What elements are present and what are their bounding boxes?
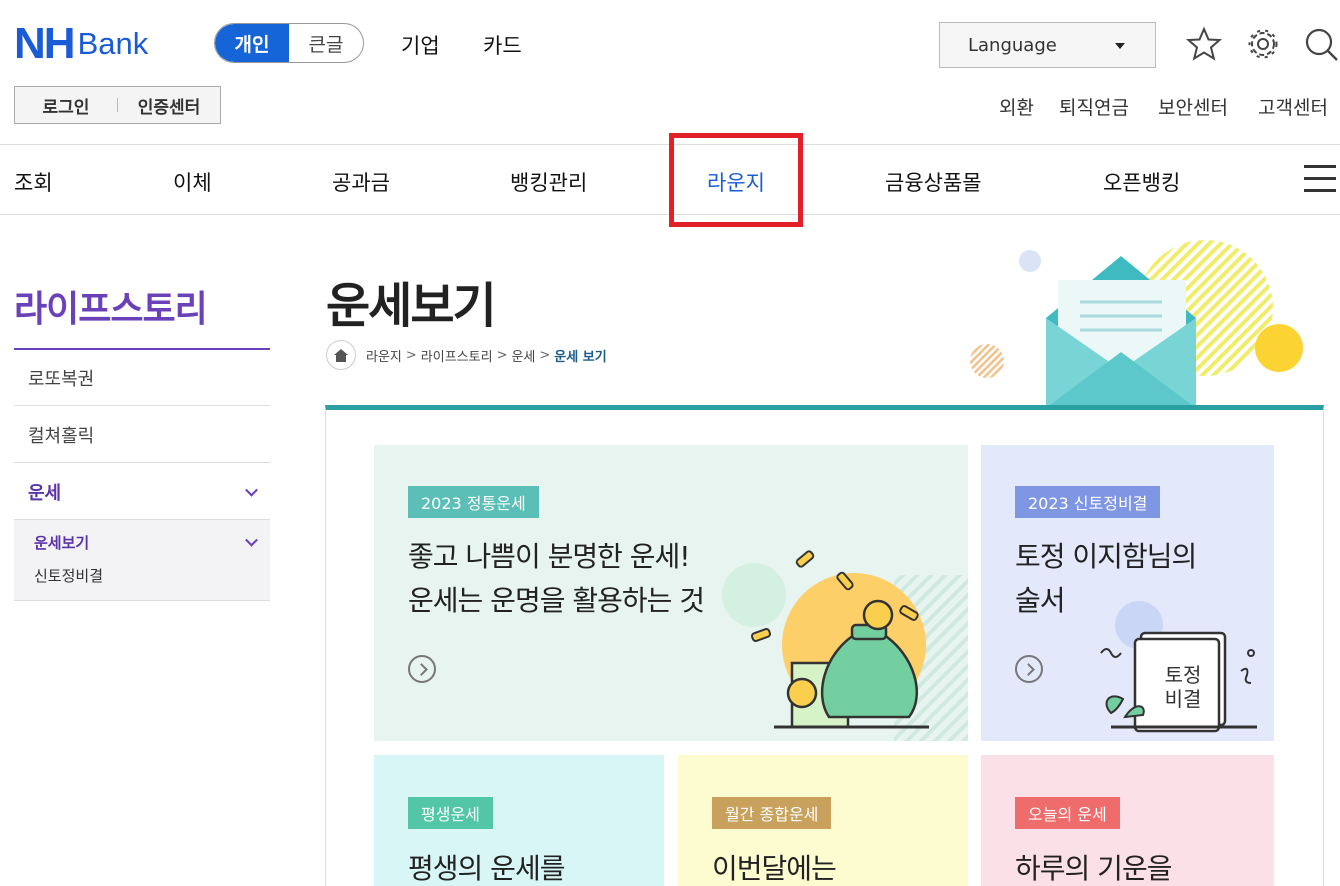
- auth-box: 로그인 인증센터: [14, 86, 221, 124]
- dropdown-caret-icon: [1115, 43, 1125, 49]
- language-select[interactable]: Language: [939, 22, 1156, 68]
- personal-mode-button[interactable]: 개인: [215, 24, 289, 62]
- gear-icon[interactable]: [1245, 26, 1281, 62]
- card-text-line: 하루의 기운을: [1015, 852, 1172, 885]
- breadcrumb-separator-icon: >: [539, 347, 551, 363]
- money-bag-illustration: [722, 550, 968, 741]
- language-select-label: Language: [968, 34, 1057, 56]
- card-text-line: 운세는 운명을 활용하는 것: [408, 584, 705, 617]
- card-text-line: 토정 이지함님의: [1015, 540, 1197, 573]
- envelope-illustration: [970, 240, 1303, 408]
- sidebar-submenu: 운세보기 신토정비결: [14, 520, 270, 601]
- sidebar-subitem-fortune-view[interactable]: 운세보기: [34, 532, 89, 553]
- util-link-forex[interactable]: 외환: [999, 93, 1034, 120]
- fortune-card-tojeong[interactable]: 2023 신토정비결 토정 이지함님의 술서 토정 비결: [981, 445, 1274, 741]
- breadcrumb: 라운지 > 라이프스토리 > 운세 > 운세 보기: [326, 340, 607, 370]
- breadcrumb-separator-icon: >: [496, 347, 508, 363]
- sidebar-subitem-tojeong[interactable]: 신토정비결: [34, 565, 103, 586]
- card-arrow-button[interactable]: [408, 655, 436, 683]
- nh-bank-logo[interactable]: NH Bank: [14, 22, 148, 66]
- nav-item-products[interactable]: 금융상품몰: [885, 167, 982, 197]
- card-badge: 월간 종합운세: [712, 797, 832, 829]
- large-text-mode-button[interactable]: 큰글: [289, 24, 363, 62]
- fortune-card-monthly[interactable]: 월간 종합운세 이번달에는: [678, 755, 968, 886]
- breadcrumb-item[interactable]: 라이프스토리: [421, 346, 493, 365]
- card-text: 좋고 나쁨이 분명한 운세! 운세는 운명을 활용하는 것: [408, 535, 705, 623]
- sidebar-title: 라이프스토리: [14, 289, 208, 330]
- nav-item-banking-mgmt[interactable]: 뱅킹관리: [510, 167, 587, 197]
- sidebar-item-label: 로또복권: [28, 368, 95, 390]
- cert-center-button[interactable]: 인증센터: [118, 93, 220, 118]
- fortune-card-today[interactable]: 오늘의 운세 하루의 기운을: [981, 755, 1274, 886]
- breadcrumb-separator-icon: >: [405, 347, 417, 363]
- card-text-line: 좋고 나쁨이 분명한 운세!: [408, 540, 691, 573]
- sidebar-item-fortune[interactable]: 운세: [14, 464, 270, 520]
- nav-item-transfer[interactable]: 이체: [173, 167, 212, 197]
- top-nav-business[interactable]: 기업: [401, 30, 440, 60]
- login-button[interactable]: 로그인: [15, 93, 117, 118]
- home-icon[interactable]: [326, 340, 356, 370]
- fortune-card-traditional[interactable]: 2023 정통운세 좋고 나쁨이 분명한 운세! 운세는 운명을 활용하는 것: [374, 445, 968, 741]
- top-nav-card[interactable]: 카드: [483, 30, 522, 60]
- sidebar-item-label: 컬쳐홀릭: [28, 425, 95, 447]
- util-link-customer[interactable]: 고객센터: [1258, 93, 1328, 120]
- star-icon[interactable]: [1186, 26, 1222, 62]
- card-badge: 오늘의 운세: [1015, 797, 1120, 829]
- menu-hamburger-icon[interactable]: [1304, 165, 1336, 193]
- breadcrumb-current: 운세 보기: [554, 349, 607, 365]
- card-text-line: 평생의 운세를: [408, 852, 565, 885]
- nav-item-open-banking[interactable]: 오픈뱅킹: [1103, 167, 1180, 197]
- util-link-pension[interactable]: 퇴직연금: [1059, 93, 1129, 120]
- main-nav: 조회 이체 공과금 뱅킹관리 라운지 금융상품몰 오픈뱅킹: [0, 133, 1340, 227]
- card-text-line: 이번달에는: [712, 852, 837, 885]
- book-title-line: 토정: [1164, 663, 1202, 687]
- search-icon[interactable]: [1303, 26, 1339, 62]
- breadcrumb-item[interactable]: 라운지: [366, 346, 402, 365]
- logo-nh: NH: [14, 19, 76, 68]
- page-title: 운세보기: [326, 278, 497, 334]
- sidebar-item-culture[interactable]: 컬쳐홀릭: [14, 407, 270, 463]
- card-badge: 2023 정통운세: [408, 486, 539, 518]
- nav-item-utility[interactable]: 공과금: [332, 167, 390, 197]
- logo-bank: Bank: [77, 26, 149, 61]
- breadcrumb-item[interactable]: 운세: [511, 346, 535, 365]
- card-badge: 2023 신토정비결: [1015, 486, 1161, 518]
- sidebar-item-lotto[interactable]: 로또복권: [14, 350, 270, 406]
- highlight-box: [669, 133, 803, 227]
- card-badge: 평생운세: [408, 797, 493, 829]
- nav-item-inquiry[interactable]: 조회: [14, 167, 53, 197]
- chevron-down-icon: [245, 533, 258, 547]
- book-title-line: 비결: [1164, 687, 1202, 711]
- card-arrow-button[interactable]: [1015, 655, 1043, 683]
- chevron-down-icon: [245, 483, 258, 497]
- mode-toggle: 개인 큰글: [214, 23, 364, 63]
- sidebar-item-label: 운세: [28, 482, 62, 504]
- book-title: 토정 비결: [1153, 663, 1213, 711]
- fortune-card-lifetime[interactable]: 평생운세 평생의 운세를: [374, 755, 664, 886]
- util-link-security[interactable]: 보안센터: [1158, 93, 1228, 120]
